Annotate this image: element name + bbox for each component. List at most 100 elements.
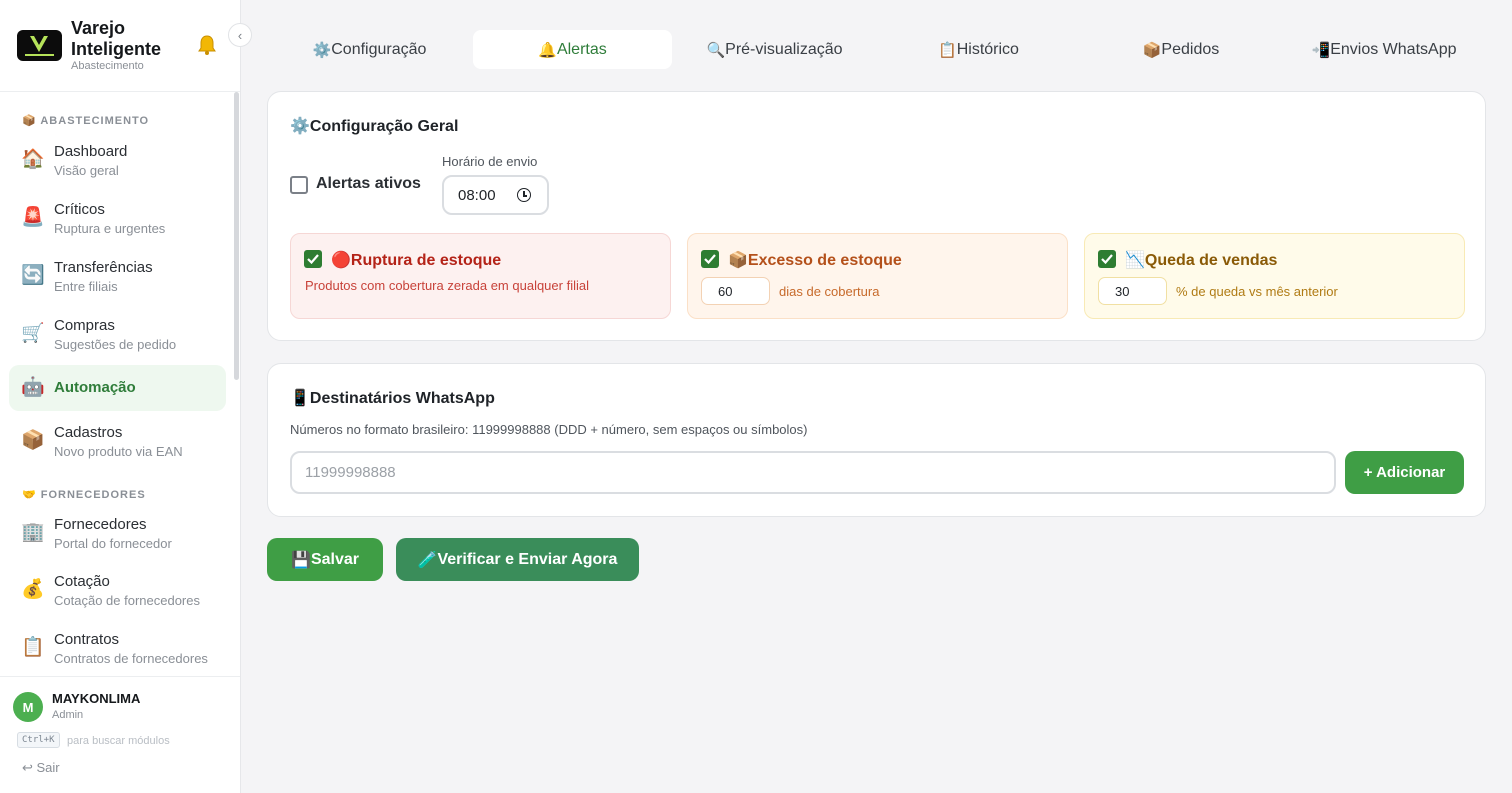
section-title: ABASTECIMENTO	[40, 115, 150, 127]
tab-configuracao[interactable]: ⚙️ Configuração	[267, 30, 472, 69]
sidebar-scrollbar[interactable]	[234, 92, 239, 380]
tab-historico[interactable]: 📋 Histórico	[877, 30, 1080, 69]
tab-bar: ⚙️ Configuração 🔔 Alertas 🔍 Pré-visualizaçã…	[267, 28, 1486, 71]
chevron-left-icon: ‹	[237, 27, 243, 43]
shortcut-key: Ctrl+K	[17, 732, 60, 748]
gear-icon: ⚙️	[290, 118, 310, 135]
sidebar-item-cotacao[interactable]: 💰 Cotação Cotação de fornecedores	[9, 567, 226, 613]
tab-label: Configuração	[331, 40, 427, 58]
tab-envios-whatsapp[interactable]: 📲 Envios WhatsApp	[1282, 30, 1486, 69]
sidebar-item-cadastros[interactable]: 📦 Cadastros Novo produto via EAN	[9, 418, 226, 464]
sidebar-item-automacao[interactable]: 🤖 Automação	[9, 365, 226, 411]
phone-arrow-icon: 📲	[1311, 41, 1331, 59]
gear-icon: ⚙️	[312, 41, 332, 59]
send-time-input[interactable]: 08:00	[442, 175, 549, 215]
sidebar-item-label: Contratos	[54, 631, 120, 648]
avatar[interactable]: M	[13, 692, 43, 722]
sidebar-item-compras[interactable]: 🛒 Compras Sugestões de pedido	[9, 311, 226, 357]
bell-icon: 🔔	[538, 41, 557, 59]
floppy-icon: 💾	[291, 551, 311, 569]
sidebar-item-label: Compras	[54, 317, 115, 334]
whatsapp-recipients-card: 📱Destinatários WhatsApp Números no forma…	[267, 363, 1486, 517]
user-panel: M MAYKONLIMA Admin Ctrl+K para buscar mó…	[0, 676, 240, 793]
package-icon: 📦	[21, 430, 45, 451]
card-title-text: Destinatários WhatsApp	[309, 390, 495, 407]
queda-unit: % de queda vs mês anterior	[1176, 284, 1338, 299]
sidebar-item-label: Transferências	[54, 259, 153, 276]
alert-title: 📉Queda de vendas	[1125, 250, 1277, 270]
tab-pre-visualizacao[interactable]: 🔍 Pré-visualização	[673, 30, 876, 69]
verify-label: Verificar e Enviar Agora	[437, 550, 618, 568]
send-time-label: Horário de envio	[442, 154, 538, 169]
tab-alertas[interactable]: 🔔 Alertas	[473, 30, 672, 69]
brand-logo	[17, 30, 62, 61]
sidebar-item-sub: Sugestões de pedido	[54, 337, 177, 352]
alerts-enabled-label: Alertas ativos	[316, 175, 421, 192]
excesso-days-input[interactable]: 60	[701, 277, 770, 305]
app-title: Varejo Inteligente	[71, 18, 162, 59]
clipboard-icon: 📋	[938, 41, 957, 59]
package-icon: 📦	[22, 115, 37, 127]
tab-label: Pré-visualização	[725, 40, 843, 58]
excesso-unit: dias de cobertura	[779, 284, 880, 299]
save-button[interactable]: 💾 Salvar	[267, 538, 383, 581]
section-fornecedores: 🤝 FORNECEDORES	[22, 488, 146, 501]
alert-title: 🔴Ruptura de estoque	[331, 250, 501, 270]
section-abastecimento: 📦 ABASTECIMENTO	[22, 114, 149, 127]
robot-icon: 🤖	[21, 377, 45, 398]
home-icon: 🏠	[21, 149, 45, 170]
alert-desc: Produtos com cobertura zerada em qualque…	[305, 278, 589, 293]
sidebar-item-label: Dashboard	[54, 143, 128, 160]
sidebar-nav: 📦 ABASTECIMENTO 🏠 Dashboard Visão geral …	[0, 92, 240, 676]
alerts-enabled-checkbox[interactable]	[290, 176, 308, 194]
sidebar-item-criticos[interactable]: 🚨 Críticos Ruptura e urgentes	[9, 195, 226, 241]
red-circle-icon: 🔴	[331, 252, 351, 269]
excesso-checkbox[interactable]	[701, 250, 719, 268]
sidebar-item-contratos[interactable]: 📋 Contratos Contratos de fornecedores	[9, 625, 226, 671]
phone-input[interactable]: 11999998888	[290, 451, 1336, 494]
card-title-text: Configuração Geral	[309, 118, 459, 135]
alert-ruptura: 🔴Ruptura de estoque Produtos com cobertu…	[290, 233, 671, 319]
sidebar-item-label: Automação	[54, 379, 136, 396]
money-bag-icon: 💰	[21, 579, 45, 600]
clock-icon[interactable]	[517, 188, 531, 202]
sidebar-item-sub: Ruptura e urgentes	[54, 221, 166, 236]
user-name: MAYKONLIMA	[52, 691, 141, 706]
sidebar-item-label: Críticos	[54, 201, 105, 218]
verify-send-button[interactable]: 🧪 Verificar e Enviar Agora	[396, 538, 639, 581]
add-recipient-button[interactable]: + Adicionar	[1345, 451, 1464, 494]
tab-label: Histórico	[956, 40, 1019, 58]
queda-checkbox[interactable]	[1098, 250, 1116, 268]
shortcut-hint: para buscar módulos	[67, 735, 170, 747]
sidebar-item-sub: Novo produto via EAN	[54, 444, 183, 459]
alert-title-text: Excesso de estoque	[747, 252, 902, 269]
alert-title-text: Ruptura de estoque	[350, 252, 502, 269]
mobile-phone-icon: 📱	[290, 390, 310, 407]
clipboard-icon: 📋	[21, 637, 45, 658]
refresh-icon: 🔄	[21, 265, 45, 286]
building-icon: 🏢	[21, 522, 45, 543]
sidebar-item-transferencias[interactable]: 🔄 Transferências Entre filiais	[9, 253, 226, 299]
chart-down-icon: 📉	[1125, 252, 1145, 269]
card-title: 📱Destinatários WhatsApp	[290, 388, 495, 408]
collapse-sidebar-button[interactable]: ‹	[228, 23, 252, 47]
sidebar-item-sub: Contratos de fornecedores	[54, 651, 208, 666]
save-label: Salvar	[310, 550, 359, 568]
phone-format-hint: Números no formato brasileiro: 119999988…	[290, 422, 808, 437]
app-subtitle: Abastecimento	[71, 60, 144, 72]
notifications-bell-icon[interactable]	[196, 34, 218, 56]
sidebar-item-label: Cotação	[54, 573, 110, 590]
sidebar-item-dashboard[interactable]: 🏠 Dashboard Visão geral	[9, 137, 226, 183]
logout-link[interactable]: ↩ Sair	[22, 760, 60, 776]
send-time-value: 08:00	[458, 186, 496, 204]
tab-pedidos[interactable]: 📦 Pedidos	[1081, 30, 1281, 69]
general-config-card: ⚙️Configuração Geral Alertas ativos Horá…	[267, 91, 1486, 341]
queda-percent-input[interactable]: 30	[1098, 277, 1167, 305]
alert-title-text: Queda de vendas	[1144, 252, 1278, 269]
test-tube-icon: 🧪	[417, 551, 438, 569]
alert-excesso: 📦Excesso de estoque 60 dias de cobertura	[687, 233, 1068, 319]
sidebar-item-fornecedores[interactable]: 🏢 Fornecedores Portal do fornecedor	[9, 510, 226, 556]
tab-label: Pedidos	[1161, 40, 1220, 58]
ruptura-checkbox[interactable]	[304, 250, 322, 268]
brand-header: Varejo Inteligente Abastecimento	[0, 0, 240, 92]
